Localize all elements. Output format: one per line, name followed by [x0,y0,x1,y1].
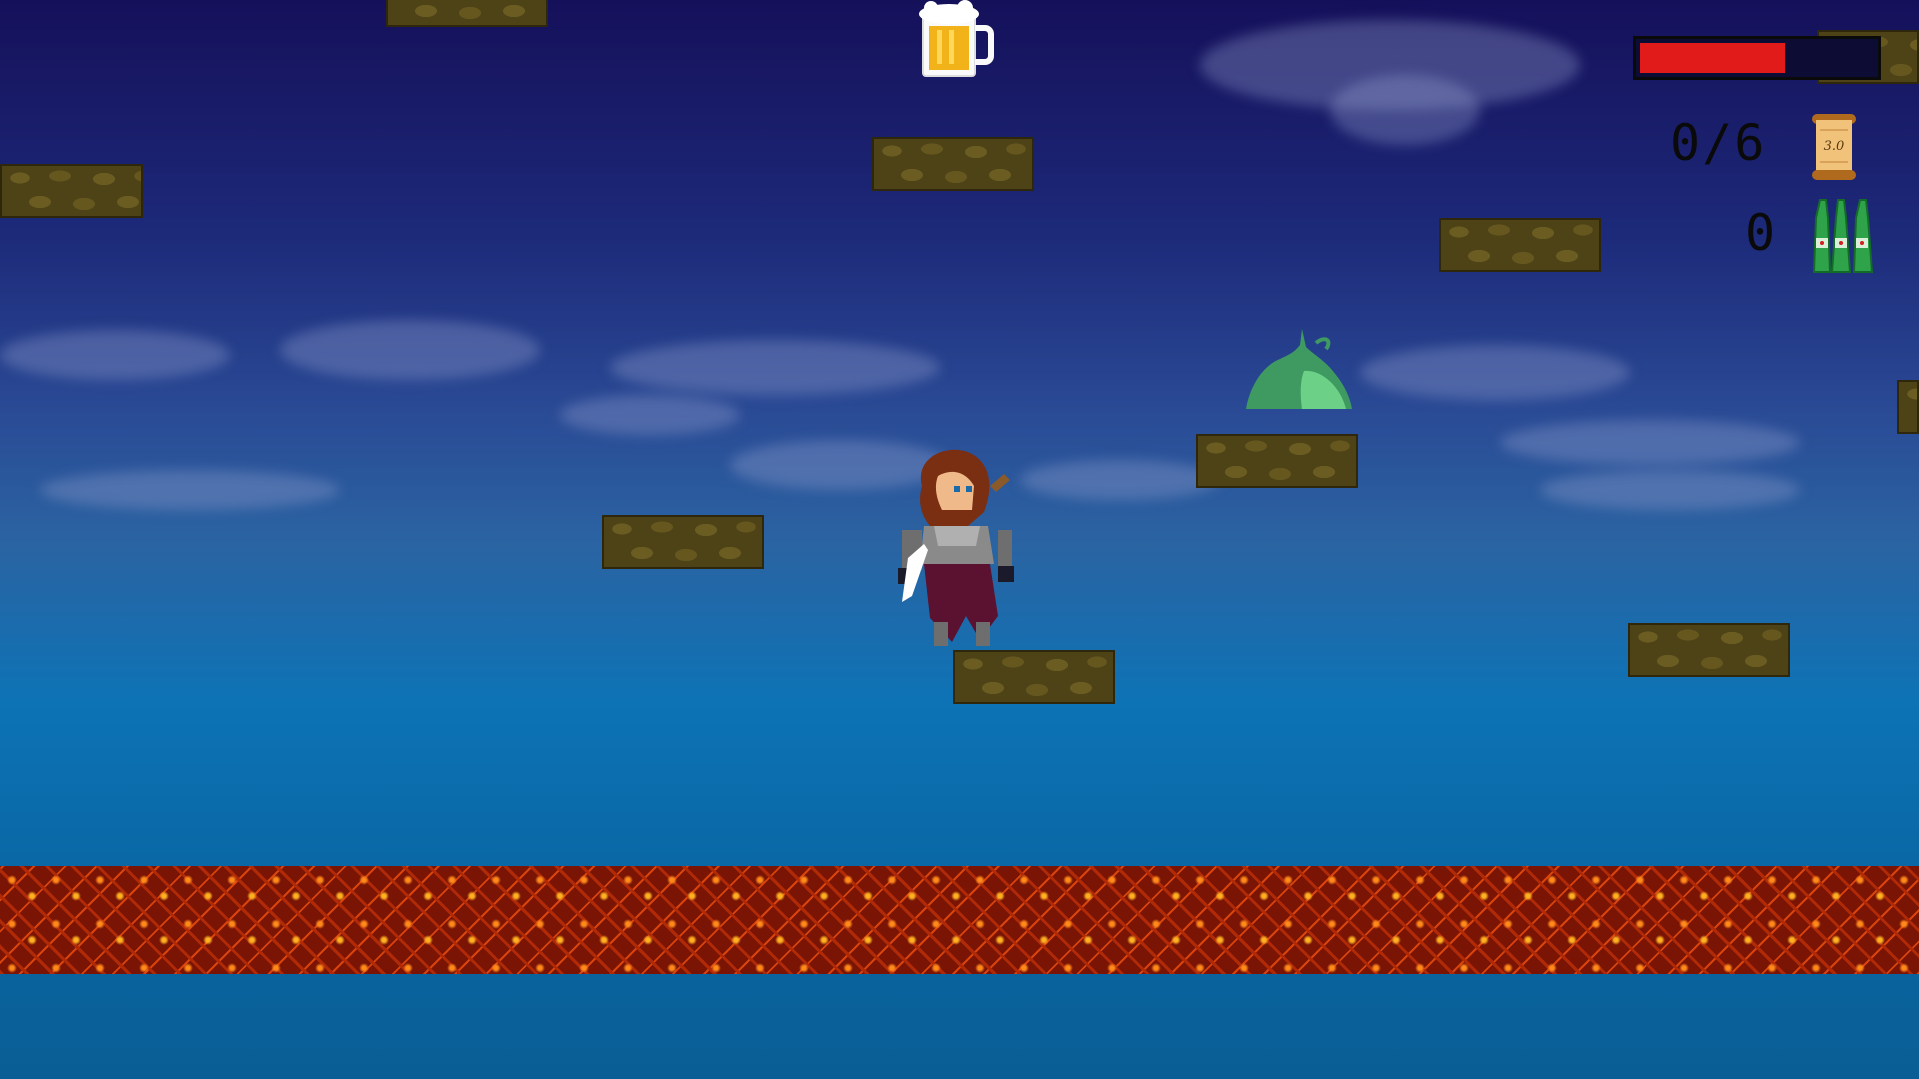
cloud [0,330,230,380]
bottles-icon [1812,199,1874,273]
cloud [1330,75,1480,145]
game-scene: 0/6 3.0 0 [0,0,1919,1079]
cloud [1500,420,1800,465]
scroll-icon-label: 3.0 [1823,139,1845,154]
lava-floor [0,866,1919,974]
health-bar-fill [1640,43,1785,73]
cloud [280,320,540,380]
health-bar [1633,36,1881,80]
heroine-sprite [898,449,1014,646]
rock-platform [1628,623,1790,677]
bottle-counter: 0 [1745,204,1778,262]
cloud [1540,470,1800,510]
rock-platform [953,650,1115,704]
beer-mug-icon [919,0,994,77]
cloud [40,470,340,510]
rock-platform [872,137,1034,191]
rock-platform [1897,380,1919,434]
cloud [1360,345,1630,400]
slime-enemy [1246,329,1352,409]
cloud [1020,460,1220,500]
rock-platform [0,164,143,218]
rock-platform [386,0,548,27]
cloud [610,340,940,395]
rock-platform [1439,218,1601,272]
scroll-counter: 0/6 [1670,114,1767,172]
cloud [560,395,740,435]
rock-platform [602,515,764,569]
rock-platform [1196,434,1358,488]
